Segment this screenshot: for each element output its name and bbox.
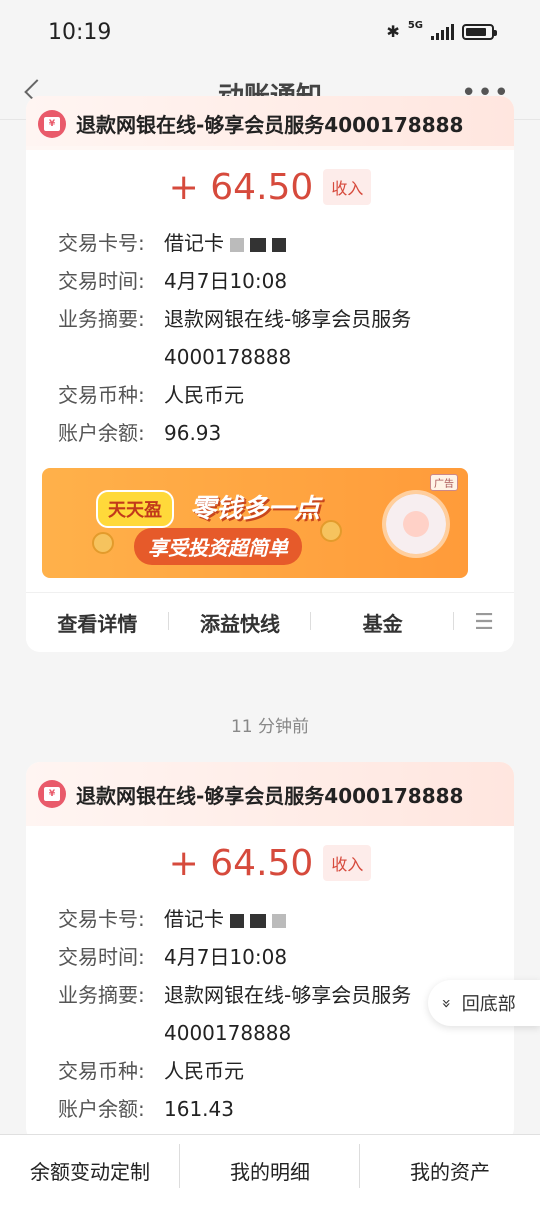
row-memo: 业务摘要: 退款网银在线-够享会员服务 4000178888 (42, 300, 498, 376)
card-title: 退款网银在线-够享会员服务4000178888 (76, 113, 464, 137)
row-card-number: 交易卡号: 借记卡 (42, 224, 498, 262)
timeline-label: 11 分钟前 (230, 717, 310, 737)
coin-icon (320, 520, 342, 542)
row-value: 4月7日10:08 (164, 945, 288, 969)
mask-block (250, 913, 266, 928)
signal-icon (431, 23, 454, 40)
row-time: 交易时间: 4月7日10:08 (42, 938, 498, 976)
row-label: 交易币种: (58, 383, 145, 407)
ad-tag: 广告 (430, 474, 458, 491)
notification-card: ¥ 退款网银在线-够享会员服务4000178888 + 64.50 收入 交易卡… (26, 96, 514, 652)
mask-block (230, 237, 244, 252)
mask-block (272, 237, 286, 252)
amount-value: + 64.50 (168, 842, 314, 884)
card-body: + 64.50 收入 交易卡号: 借记卡 交易时间: 4月7日10:08 业务摘… (42, 826, 498, 1128)
row-value: 96.93 (164, 421, 222, 445)
row-value: 161.43 (164, 1097, 234, 1121)
row-currency: 交易币种: 人民币元 (42, 376, 498, 414)
row-label: 账户余额: (58, 1097, 145, 1121)
row-label: 交易时间: (58, 945, 145, 969)
row-balance: 账户余额: 161.43 (42, 1090, 498, 1128)
fund-button[interactable]: 基金 (311, 608, 454, 637)
card-header: ¥ 退款网银在线-够享会员服务4000178888 (26, 762, 514, 826)
row-label: 业务摘要: (58, 307, 145, 331)
ad-headline: 零钱多一点 (190, 494, 321, 524)
battery-icon (462, 23, 497, 40)
amount-row: + 64.50 收入 (42, 826, 498, 900)
coin-icon (92, 532, 114, 554)
row-value: 借记卡 (164, 900, 286, 938)
income-tag: 收入 (323, 845, 372, 881)
status-icons: ✱ 5G (386, 19, 497, 41)
my-assets-button[interactable]: 我的资产 (360, 1156, 540, 1185)
my-details-button[interactable]: 我的明细 (180, 1144, 360, 1188)
income-tag: 收入 (323, 169, 372, 205)
card-body: + 64.50 收入 交易卡号: 借记卡 交易时间: 4月7日10:08 业务摘… (42, 150, 498, 452)
row-label: 交易时间: (58, 269, 145, 293)
bottom-bar: 余额变动定制 我的明细 我的资产 (0, 1134, 540, 1206)
back-to-bottom-label: 回底部 (461, 994, 516, 1015)
card-header: ¥ 退款网银在线-够享会员服务4000178888 (26, 96, 514, 146)
yuan-icon: ¥ (38, 110, 66, 138)
amount-value: + 64.50 (168, 166, 314, 208)
amount-row: + 64.50 收入 (42, 150, 498, 224)
row-label: 业务摘要: (58, 983, 145, 1007)
menu-icon[interactable]: ☰ (454, 610, 514, 635)
status-time: 10:19 (48, 20, 112, 45)
flower-icon (386, 494, 446, 554)
row-time: 交易时间: 4月7日10:08 (42, 262, 498, 300)
row-value: 退款网银在线-够享会员服务 4000178888 (164, 983, 412, 1045)
row-value: 人民币元 (164, 383, 244, 407)
status-bar: 10:19 ✱ 5G (0, 0, 540, 66)
back-to-bottom-button[interactable]: » 回底部 (428, 980, 540, 1026)
balance-alert-custom-button[interactable]: 余额变动定制 (0, 1144, 180, 1188)
notification-card: ¥ 退款网银在线-够享会员服务4000178888 + 64.50 收入 交易卡… (26, 762, 514, 1142)
row-card-number: 交易卡号: 借记卡 (42, 900, 498, 938)
ad-subline: 享受投资超简单 (134, 528, 302, 565)
row-label: 交易币种: (58, 1059, 145, 1083)
bluetooth-icon: ✱ (386, 22, 400, 41)
row-label: 账户余额: (58, 421, 145, 445)
yuan-icon: ¥ (38, 780, 66, 808)
row-value: 人民币元 (164, 1059, 244, 1083)
card-actions: 查看详情 添益快线 基金 ☰ (26, 592, 514, 652)
mask-block (250, 237, 266, 252)
mask-block (230, 913, 244, 928)
tianyi-button[interactable]: 添益快线 (169, 608, 312, 637)
row-currency: 交易币种: 人民币元 (42, 1052, 498, 1090)
ad-logo: 天天盈 (96, 490, 174, 528)
chevron-down-icon: » (437, 998, 457, 1008)
row-label: 交易卡号: (58, 907, 145, 931)
row-label: 交易卡号: (58, 231, 145, 255)
row-value: 借记卡 (164, 224, 286, 262)
ad-banner[interactable]: 广告 天天盈 零钱多一点 享受投资超简单 (42, 468, 468, 578)
network-type: 5G (407, 19, 423, 31)
card-title: 退款网银在线-够享会员服务4000178888 (76, 783, 464, 808)
view-detail-button[interactable]: 查看详情 (26, 608, 169, 637)
row-value: 退款网银在线-够享会员服务 4000178888 (164, 307, 412, 369)
row-balance: 账户余额: 96.93 (42, 414, 498, 452)
mask-block (272, 913, 286, 928)
row-memo: 业务摘要: 退款网银在线-够享会员服务 4000178888 (42, 976, 498, 1052)
row-value: 4月7日10:08 (164, 269, 288, 293)
